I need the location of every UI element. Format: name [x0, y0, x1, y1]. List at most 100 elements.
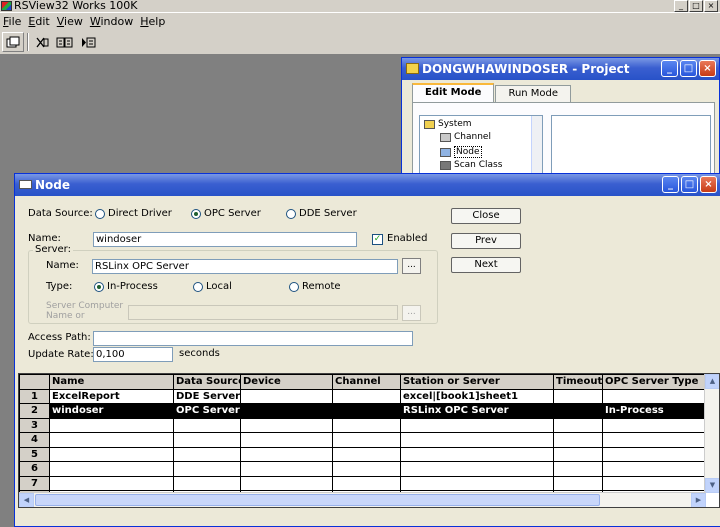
cell-data-source[interactable] [173, 417, 241, 433]
radio-direct-driver[interactable] [95, 209, 105, 219]
radio-opc-server[interactable] [191, 209, 201, 219]
cell-channel[interactable] [332, 432, 401, 448]
table-row-selected[interactable]: 2 windoser OPC Server RSLinx OPC Server … [19, 403, 705, 419]
cell-device[interactable] [240, 475, 333, 491]
tree-item-scan-class[interactable]: Scan Class [440, 160, 502, 170]
cell-opc-server-type[interactable] [602, 432, 705, 448]
row-number[interactable]: 6 [19, 461, 50, 477]
cell-opc-server-type[interactable] [602, 446, 705, 462]
cell-device[interactable] [240, 388, 333, 404]
radio-remote[interactable] [289, 282, 299, 292]
column-header-rownum[interactable] [19, 374, 50, 390]
next-button[interactable]: Next [451, 257, 521, 273]
cell-timeout[interactable] [553, 475, 603, 491]
cell-opc-server-type[interactable] [602, 388, 705, 404]
cell-opc-server-type[interactable]: In-Process [602, 403, 705, 419]
grid-horizontal-scrollbar[interactable]: ◀ ▶ [19, 492, 706, 507]
cell-channel[interactable] [332, 446, 401, 462]
table-row[interactable]: 7 [19, 475, 705, 491]
scroll-up-icon[interactable]: ▲ [705, 374, 719, 389]
cell-data-source[interactable] [173, 475, 241, 491]
tree-item-node[interactable]: Node [440, 146, 482, 158]
cell-station-or-server[interactable] [400, 417, 554, 433]
table-row[interactable]: 4 [19, 432, 705, 448]
cut-icon[interactable] [31, 32, 53, 52]
cell-data-source[interactable]: DDE Server [173, 388, 241, 404]
cell-name[interactable] [49, 475, 174, 491]
tag-icon[interactable] [54, 32, 76, 52]
tree-item-channel[interactable]: Channel [440, 132, 491, 142]
cell-timeout[interactable] [553, 417, 603, 433]
project-window-title-bar[interactable]: DONGWHAWINDOSER - Project _ □ × [402, 58, 719, 80]
grid-vertical-scrollbar[interactable]: ▲ ▼ [704, 374, 719, 493]
menu-view[interactable]: View [56, 13, 89, 30]
radio-local[interactable] [193, 282, 203, 292]
table-row[interactable]: 6 [19, 461, 705, 477]
cell-opc-server-type[interactable] [602, 461, 705, 477]
tab-run-mode[interactable]: Run Mode [495, 85, 572, 102]
cell-name[interactable]: windoser [49, 403, 174, 419]
scroll-right-icon[interactable]: ▶ [691, 493, 706, 507]
cell-channel[interactable] [332, 403, 401, 419]
cell-channel[interactable] [332, 475, 401, 491]
row-number[interactable]: 1 [19, 388, 50, 404]
server-name-input[interactable]: RSLinx OPC Server [92, 259, 398, 274]
cell-device[interactable] [240, 432, 333, 448]
table-row[interactable]: 1 ExcelReport DDE Server excel|[book1]sh… [19, 388, 705, 404]
scroll-down-icon[interactable]: ▼ [705, 478, 719, 493]
cell-device[interactable] [240, 446, 333, 462]
menu-window[interactable]: Window [89, 13, 139, 30]
cell-name[interactable] [49, 446, 174, 462]
app-minimize-icon[interactable]: _ [674, 0, 688, 12]
scroll-left-icon[interactable]: ◀ [19, 493, 34, 507]
project-icon[interactable] [2, 32, 24, 52]
server-computer-browse-button[interactable]: ... [402, 305, 421, 321]
cell-device[interactable] [240, 417, 333, 433]
node-maximize-icon[interactable]: □ [681, 176, 698, 193]
row-number[interactable]: 3 [19, 417, 50, 433]
cell-channel[interactable] [332, 461, 401, 477]
cell-station-or-server[interactable]: RSLinx OPC Server [400, 403, 554, 419]
cell-timeout[interactable] [553, 461, 603, 477]
cell-name[interactable] [49, 461, 174, 477]
project-minimize-icon[interactable]: _ [661, 60, 678, 77]
close-button[interactable]: Close [451, 208, 521, 224]
direct-driver-label[interactable]: Direct Driver [108, 208, 172, 219]
row-number[interactable]: 2 [19, 403, 50, 419]
enabled-checkbox[interactable]: ✓ [372, 234, 383, 245]
column-header-channel[interactable]: Channel [332, 374, 401, 390]
server-computer-input[interactable] [128, 305, 398, 320]
row-number[interactable]: 4 [19, 432, 50, 448]
horizontal-scroll-thumb[interactable] [35, 494, 600, 506]
cell-data-source[interactable] [173, 432, 241, 448]
cell-station-or-server[interactable] [400, 432, 554, 448]
cell-device[interactable] [240, 403, 333, 419]
app-close-icon[interactable]: × [704, 0, 718, 12]
cell-opc-server-type[interactable] [602, 417, 705, 433]
cell-data-source[interactable]: OPC Server [173, 403, 241, 419]
cell-name[interactable] [49, 417, 174, 433]
cell-timeout[interactable] [553, 388, 603, 404]
cell-channel[interactable] [332, 417, 401, 433]
menu-help[interactable]: Help [139, 13, 171, 30]
app-maximize-icon[interactable]: □ [689, 0, 703, 12]
cell-timeout[interactable] [553, 432, 603, 448]
row-number[interactable]: 7 [19, 475, 50, 491]
node-grid[interactable]: Name Data Source Device Channel Station … [18, 373, 720, 508]
tree-item-system[interactable]: System [424, 119, 472, 129]
opc-server-label[interactable]: OPC Server [204, 208, 261, 219]
cell-name[interactable]: ExcelReport [49, 388, 174, 404]
in-process-label[interactable]: In-Process [107, 281, 158, 292]
table-row[interactable]: 3 [19, 417, 705, 433]
remote-label[interactable]: Remote [302, 281, 341, 292]
node-minimize-icon[interactable]: _ [662, 176, 679, 193]
server-name-browse-button[interactable]: ... [402, 258, 421, 274]
cell-data-source[interactable] [173, 446, 241, 462]
cell-channel[interactable] [332, 388, 401, 404]
update-rate-input[interactable]: 0,100 [93, 347, 173, 362]
node-close-icon[interactable]: × [700, 176, 717, 193]
run-icon[interactable] [77, 32, 99, 52]
column-header-station-or-server[interactable]: Station or Server [400, 374, 554, 390]
radio-dde-server[interactable] [286, 209, 296, 219]
column-header-device[interactable]: Device [240, 374, 333, 390]
